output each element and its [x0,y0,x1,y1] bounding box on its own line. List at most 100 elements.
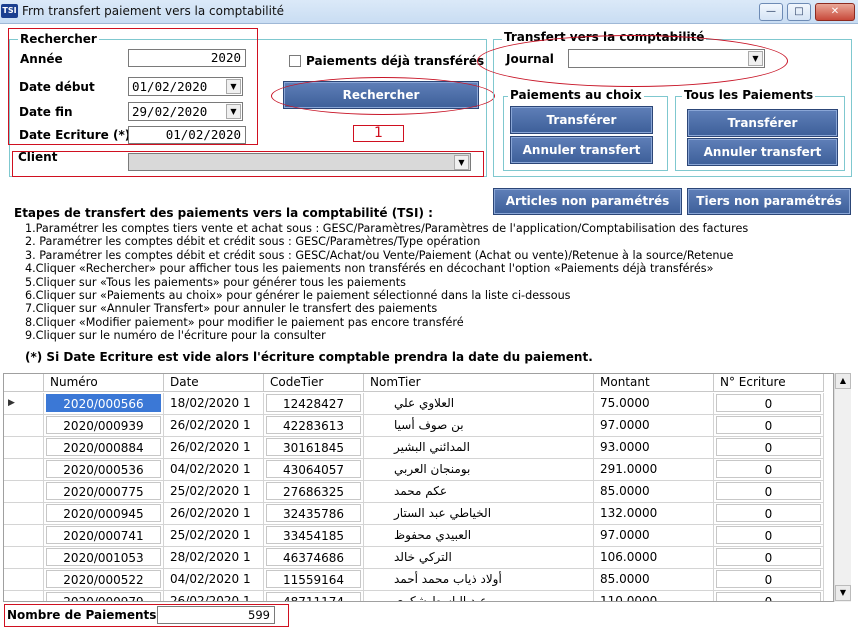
column-codetier[interactable]: CodeTier [264,374,364,392]
column-nomtier[interactable]: NomTier [364,374,594,392]
cell-date[interactable]: 26/02/2020 1 [164,437,264,459]
cell-ecriture[interactable]: 0 [714,547,824,569]
cell-montant[interactable]: 291.0000 [594,459,714,481]
cell-ecriture[interactable]: 0 [714,481,824,503]
cell-date[interactable]: 04/02/2020 1 [164,459,264,481]
cell-nomtier[interactable]: بومنجان العربي [364,459,594,481]
cell-ecriture[interactable]: 0 [714,459,824,481]
cell-codetier[interactable]: 42283613 [264,415,364,437]
cell-nomtier[interactable]: الخياطي عبد الستار [364,503,594,525]
cell-ecriture[interactable]: 0 [714,393,824,415]
cell-montant[interactable]: 93.0000 [594,437,714,459]
cell-ecriture[interactable]: 0 [714,503,824,525]
cell-ecriture[interactable]: 0 [714,437,824,459]
cell-montant-value: 291.0000 [600,462,658,476]
cell-montant[interactable]: 75.0000 [594,393,714,415]
cell-date-value: 04/02/2020 1 [170,462,251,476]
maximize-button[interactable]: □ [787,3,811,21]
scroll-up-icon[interactable]: ▲ [835,373,851,389]
cell-ecriture[interactable]: 0 [714,415,824,437]
cell-ecriture[interactable]: 0 [714,591,824,601]
cell-nomtier[interactable]: العلاوي علي [364,393,594,415]
column-numero[interactable]: Numéro [44,374,164,392]
date-ecriture-input[interactable]: 01/02/2020 [128,126,246,144]
tiers-non-parametres-button[interactable]: Tiers non paramétrés [687,188,851,215]
cell-nomtier[interactable]: بن عبد الباسط شكري [364,591,594,601]
cell-montant[interactable]: 106.0000 [594,547,714,569]
cell-numero[interactable]: 2020/000884 [44,437,164,459]
row-selector[interactable] [4,591,44,601]
tous-transferer-button[interactable]: Transférer [687,109,838,137]
cell-nomtier[interactable]: أولاد ذياب محمد أحمد [364,569,594,591]
chevron-down-icon[interactable]: ▼ [226,79,241,94]
cell-numero[interactable]: 2020/000522 [44,569,164,591]
cell-date[interactable]: 04/02/2020 1 [164,569,264,591]
cell-numero[interactable]: 2020/000566 [44,393,164,415]
cell-numero[interactable]: 2020/000945 [44,503,164,525]
cell-date[interactable]: 18/02/2020 1 [164,393,264,415]
cell-numero[interactable]: 2020/000536 [44,459,164,481]
cell-numero[interactable]: 2020/001053 [44,547,164,569]
cell-date[interactable]: 25/02/2020 1 [164,481,264,503]
row-selector[interactable] [4,569,44,591]
cell-numero[interactable]: 2020/000775 [44,481,164,503]
annee-input[interactable]: 2020 [128,49,246,67]
cell-nomtier[interactable]: عكم محمد [364,481,594,503]
chevron-down-icon[interactable]: ▼ [226,104,241,119]
cell-numero[interactable]: 2020/000741 [44,525,164,547]
cell-nomtier[interactable]: العبيدي محفوظ [364,525,594,547]
tous-legend: Tous les Paiements [682,88,816,102]
cell-montant[interactable]: 110.0000 [594,591,714,601]
cell-ecriture[interactable]: 0 [714,569,824,591]
payments-table[interactable]: Numéro Date CodeTier NomTier Montant N° … [3,373,834,602]
cell-ecriture[interactable]: 0 [714,525,824,547]
cell-codetier[interactable]: 46374686 [264,547,364,569]
minimize-button[interactable]: — [759,3,783,21]
cell-codetier[interactable]: 11559164 [264,569,364,591]
cell-montant[interactable]: 97.0000 [594,525,714,547]
deja-transferes-checkbox[interactable] [289,55,301,67]
cell-date[interactable]: 28/02/2020 1 [164,547,264,569]
row-selector[interactable] [4,415,44,437]
column-montant[interactable]: Montant [594,374,714,392]
cell-montant[interactable]: 97.0000 [594,415,714,437]
column-ecriture[interactable]: N° Ecriture [714,374,824,392]
cell-numero[interactable]: 2020/000939 [44,415,164,437]
cell-codetier[interactable]: 33454185 [264,525,364,547]
au-choix-annuler-button[interactable]: Annuler transfert [510,136,653,164]
cell-numero[interactable]: 2020/000979 [44,591,164,601]
row-selector[interactable] [4,503,44,525]
articles-non-parametres-button[interactable]: Articles non paramétrés [493,188,682,215]
cell-date[interactable]: 26/02/2020 1 [164,415,264,437]
row-selector[interactable] [4,481,44,503]
cell-codetier[interactable]: 30161845 [264,437,364,459]
cell-nomtier[interactable]: المدائني البشير [364,437,594,459]
row-selector[interactable] [4,437,44,459]
row-selector[interactable] [4,547,44,569]
cell-montant[interactable]: 132.0000 [594,503,714,525]
cell-date[interactable]: 25/02/2020 1 [164,525,264,547]
tous-annuler-button[interactable]: Annuler transfert [687,138,838,166]
cell-montant[interactable]: 85.0000 [594,481,714,503]
row-selector[interactable]: ▶ [4,393,44,415]
row-selector[interactable] [4,459,44,481]
au-choix-transferer-button[interactable]: Transférer [510,106,653,134]
close-button[interactable]: ✕ [815,3,855,21]
column-date[interactable]: Date [164,374,264,392]
cell-codetier[interactable]: 48711174 [264,591,364,601]
scroll-down-icon[interactable]: ▼ [835,585,851,601]
cell-codetier[interactable]: 43064057 [264,459,364,481]
cell-nomtier[interactable]: التركي خالد [364,547,594,569]
cell-codetier[interactable]: 12428427 [264,393,364,415]
date-fin-picker[interactable]: 29/02/2020 ▼ [128,102,243,121]
cell-nomtier[interactable]: بن صوف أسيا [364,415,594,437]
cell-codetier[interactable]: 27686325 [264,481,364,503]
table-scrollbar[interactable]: ▲ ▼ [834,373,851,602]
date-debut-picker[interactable]: 01/02/2020 ▼ [128,77,243,96]
cell-montant[interactable]: 85.0000 [594,569,714,591]
cell-date[interactable]: 26/02/2020 1 [164,591,264,601]
cell-codetier[interactable]: 32435786 [264,503,364,525]
annee-label: Année [20,52,63,66]
cell-date[interactable]: 26/02/2020 1 [164,503,264,525]
row-selector[interactable] [4,525,44,547]
